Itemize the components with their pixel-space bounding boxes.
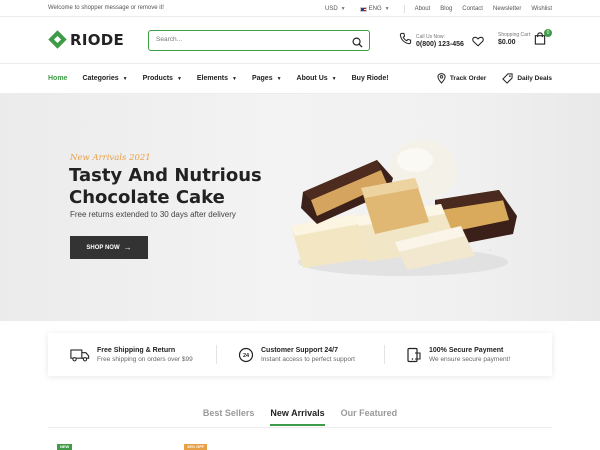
top-bar-right: USD ▼ ENG ▼ About Blog Contact Newslette…	[325, 5, 552, 13]
chevron-down-icon: ▼	[276, 75, 282, 82]
feature-subtitle: Instant access to perfect support	[261, 355, 355, 363]
chevron-down-icon: ▼	[176, 75, 182, 82]
feature-support: 24 Customer Support 24/7 Instant access …	[216, 333, 384, 376]
hero-banner: New Arrivals 2021 Tasty And Nutrious Cho…	[0, 94, 600, 321]
feature-subtitle: We ensure secure payment!	[429, 355, 511, 363]
daily-deals-link[interactable]: Daily Deals	[502, 73, 552, 84]
feature-title: Customer Support 24/7	[261, 346, 339, 354]
product-tabs: Best Sellers New Arrivals Our Featured	[0, 408, 600, 426]
hero-title: Tasty And Nutrious Chocolate Cake	[69, 165, 289, 209]
shop-now-button[interactable]: SHOP NOW →	[70, 236, 148, 259]
nav-item-products[interactable]: Products ▼	[143, 75, 182, 82]
tab-new-arrivals[interactable]: New Arrivals	[270, 408, 325, 426]
wishlist-heart-icon[interactable]	[472, 34, 484, 52]
chocolate-cake-image	[291, 140, 517, 276]
logo-icon	[48, 30, 67, 49]
top-bar: Welcome to shopper message or remove it!…	[0, 0, 600, 17]
nav-item-categories[interactable]: Categories ▼	[82, 75, 127, 82]
nav-item-buy-riode[interactable]: Buy Riode!	[352, 75, 389, 82]
chevron-down-icon: ▼	[331, 75, 337, 82]
support-24-icon: 24	[238, 347, 254, 362]
welcome-message: Welcome to shopper message or remove it!	[48, 5, 164, 11]
call-number: 0(800) 123-456	[416, 41, 464, 48]
hero-subtitle: Free returns extended to 30 days after d…	[70, 210, 236, 219]
main-nav: Home Categories ▼ Products ▼ Elements ▼ Pag…	[0, 64, 600, 94]
wishlist-link[interactable]: Wishlist	[531, 6, 552, 12]
cart-summary[interactable]: Shopping Cart: $0.00	[498, 32, 531, 46]
product-label-sale: 15% OFF	[184, 444, 208, 450]
chevron-down-icon: ▼	[340, 6, 346, 12]
currency-selector[interactable]: USD ▼	[325, 6, 346, 12]
map-pin-icon	[437, 73, 446, 84]
tag-icon	[502, 73, 513, 84]
feature-payment: 100% Secure Payment We ensure secure pay…	[384, 333, 552, 376]
blog-link[interactable]: Blog	[440, 6, 452, 12]
language-selector[interactable]: ENG ▼	[359, 6, 390, 12]
about-link[interactable]: About	[415, 6, 431, 12]
chevron-down-icon: ▼	[232, 75, 237, 82]
contact-link[interactable]: Contact	[462, 6, 483, 12]
nav-right: Track Order Daily Deals	[421, 73, 552, 84]
feature-title: Free Shipping & Return	[97, 346, 176, 354]
chevron-down-icon: ▼	[122, 75, 128, 82]
nav-item-about-us[interactable]: About Us ▼	[297, 75, 337, 82]
search-input[interactable]	[156, 36, 336, 43]
logo[interactable]: RIODE	[48, 30, 124, 49]
call-us[interactable]: Call Us Now: 0(800) 123-456	[399, 32, 464, 50]
flag-icon	[359, 6, 367, 12]
nav-items: Home Categories ▼ Products ▼ Elements ▼ Pag…	[48, 75, 404, 82]
divider	[403, 5, 405, 13]
hero-title-line-2: Chocolate Cake	[69, 187, 225, 208]
language-value: ENG	[368, 6, 382, 12]
hero-kicker: New Arrivals 2021	[70, 153, 151, 163]
search-icon[interactable]	[352, 35, 363, 53]
hero-title-line-1: Tasty And Nutrious	[69, 165, 262, 186]
phone-icon	[399, 32, 412, 50]
feature-title: 100% Secure Payment	[429, 346, 504, 354]
currency-value: USD	[325, 6, 338, 12]
nav-item-home[interactable]: Home	[48, 75, 67, 82]
newsletter-link[interactable]: Newsletter	[493, 6, 521, 12]
arrow-right-icon: →	[123, 243, 132, 252]
cart-label: Shopping Cart:	[498, 32, 532, 38]
truck-icon	[70, 348, 90, 361]
nav-item-elements[interactable]: Elements ▼	[197, 75, 237, 82]
features-bar: Free Shipping & Return Free shipping on …	[48, 333, 552, 376]
feature-shipping: Free Shipping & Return Free shipping on …	[48, 333, 216, 376]
cart-bag-icon[interactable]: 0	[534, 29, 552, 50]
svg-text:24: 24	[243, 353, 250, 359]
cart-total: $0.00	[498, 39, 516, 46]
search-box	[148, 30, 370, 51]
logo-text: RIODE	[70, 30, 125, 49]
call-label: Call Us Now:	[416, 34, 445, 40]
feature-subtitle: Free shipping on orders over $99	[97, 355, 193, 363]
header: RIODE Call Us Now: 0(800) 123-456 Shoppi…	[0, 17, 600, 64]
chevron-down-icon: ▼	[384, 6, 390, 12]
track-order-link[interactable]: Track Order	[437, 73, 486, 84]
tab-divider	[48, 427, 552, 428]
tab-our-featured[interactable]: Our Featured	[341, 408, 398, 426]
cart-count-badge: 0	[544, 29, 552, 37]
product-label-new: NEW	[57, 444, 73, 450]
nav-item-pages[interactable]: Pages ▼	[252, 75, 282, 82]
tab-best-sellers[interactable]: Best Sellers	[203, 408, 255, 426]
secure-payment-icon	[407, 347, 421, 362]
